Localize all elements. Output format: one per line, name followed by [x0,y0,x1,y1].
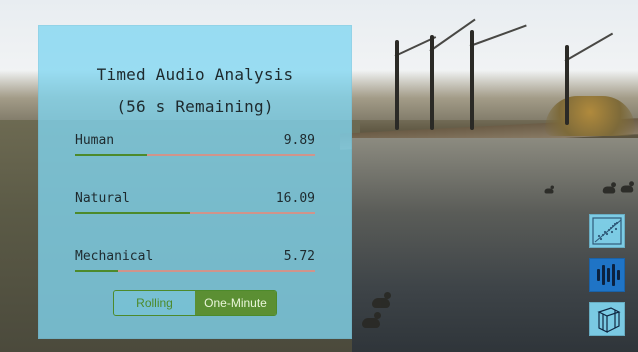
duck [372,292,391,308]
metric-fill [75,270,119,272]
duck [544,185,554,194]
metric-human: Human 9.89 [75,133,315,161]
metric-track [75,212,315,214]
metric-mechanical: Mechanical 5.72 [75,249,315,277]
3d-cube-button[interactable] [589,302,625,336]
duck [602,182,616,194]
metric-label: Natural [75,191,130,206]
mode-toggle: Rolling One-Minute [113,290,277,316]
metric-label: Mechanical [75,249,154,264]
one-minute-option[interactable]: One-Minute [195,291,276,315]
metric-natural: Natural 16.09 [75,191,315,219]
duck [362,312,381,328]
metric-track [75,154,315,156]
metric-value: 16.09 [275,191,315,206]
panel-title: Timed Audio Analysis [96,65,294,84]
duck [620,181,634,193]
audio-bars-icon [597,264,620,286]
3d-cube-icon [597,307,621,333]
metric-fill [75,154,147,156]
metric-label: Human [75,133,115,148]
scatter-plot-button[interactable] [589,214,625,248]
metric-track [75,270,315,272]
scatter-plot-icon [592,217,622,245]
audio-bars-button[interactable] [589,258,625,292]
timed-audio-analysis-panel: Timed Audio Analysis (56 s Remaining) Hu… [38,25,352,339]
remaining-time: (56 s Remaining) [116,97,274,116]
rolling-option[interactable]: Rolling [114,291,195,315]
metric-value: 9.89 [283,133,315,148]
island [545,96,635,136]
metric-value: 5.72 [283,249,315,264]
metric-fill [75,212,191,214]
